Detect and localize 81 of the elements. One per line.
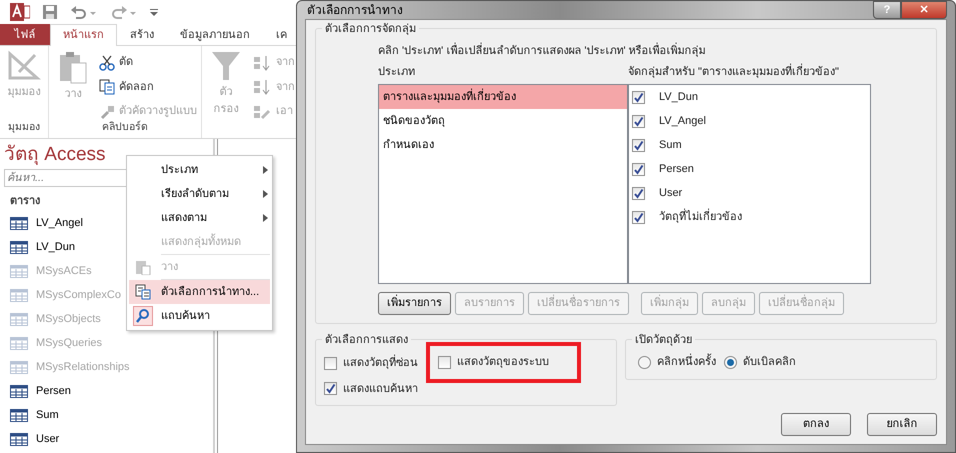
ribbon-tab[interactable]: หน้าแรก (50, 24, 117, 46)
filter-icon (211, 50, 241, 82)
table-icon (10, 264, 28, 278)
copy-icon (99, 79, 115, 95)
menu-item[interactable]: แถบค้นหา (129, 304, 270, 328)
search-icon (133, 306, 153, 326)
table-icon (10, 432, 28, 446)
checkbox[interactable] (632, 90, 645, 104)
dialog-button[interactable]: ตกลง (781, 413, 851, 436)
group-label: มุมมอง (7, 120, 41, 135)
paste-icon (135, 259, 151, 275)
sort-icon (252, 54, 272, 70)
checkbox[interactable] (324, 356, 337, 370)
ribbon-tab[interactable]: เค (263, 24, 300, 46)
view-icon (7, 50, 41, 82)
paste-icon (58, 50, 88, 84)
table-icon (10, 312, 28, 326)
table-icon (10, 408, 28, 422)
window-title: ตัวเลือกการนำทาง (306, 2, 403, 19)
checkbox[interactable] (632, 138, 645, 152)
checkbox-label: Persen (659, 162, 694, 177)
brush-icon (99, 104, 115, 120)
submenu-arrow-icon (260, 165, 270, 175)
submenu-arrow-icon (260, 213, 270, 223)
radio-button[interactable] (638, 356, 651, 369)
checkbox-label: แสดงวัตถุที่ซ่อน (343, 355, 418, 372)
submenu-arrow-icon (260, 189, 270, 199)
list-item[interactable]: กำหนดเอง (379, 133, 627, 157)
list-item[interactable]: ตารางและมุมมองที่เกี่ยวข้อง (379, 85, 627, 109)
checkbox[interactable] (632, 162, 645, 176)
group-label: ตัวเลือกการจัดกลุ่ม (322, 21, 419, 38)
dialog-button[interactable]: เพิ่มรายการ (378, 292, 451, 315)
table-icon (10, 216, 28, 230)
group-label: คลิปบอร์ด (101, 120, 149, 135)
column-header: ประเภท (378, 64, 416, 80)
nav-item[interactable]: Persen (4, 379, 209, 403)
nav-item[interactable]: User (4, 427, 209, 451)
radio-label: ดับเบิลคลิก (743, 355, 796, 370)
close-button[interactable]: ✕ (901, 1, 947, 19)
app-logo-icon (10, 3, 30, 22)
table-icon (10, 240, 28, 254)
scissors-icon (99, 54, 115, 70)
radio-label: คลิกหนึ่งครั้ง (657, 354, 716, 370)
copy-button[interactable]: คัดลอก (99, 78, 197, 96)
checkbox-label: LV_Angel (659, 114, 706, 129)
table-icon (10, 288, 28, 302)
checkbox[interactable] (632, 186, 645, 200)
menu-item[interactable]: แสดงตาม (129, 206, 270, 230)
instruction-text: คลิก 'ประเภท' เพื่อเปลี่ยนลำดับการแสดงผล 'ประเภท' หรือเพื่อเพิ่มกลุ่ม (378, 43, 928, 60)
checkbox-label: Sum (659, 138, 682, 153)
pane-title: วัตถุ Access (4, 142, 107, 167)
checkbox-label: แสดงวัตถุของระบบ (457, 355, 549, 370)
column-header: จัดกลุ่มสำหรับ "ตารางและมุมมองที่เกี่ยวข้อง" (628, 64, 839, 80)
list-item[interactable]: ชนิดของวัตถุ (379, 109, 627, 133)
ribbon-tab[interactable]: สร้าง (117, 24, 167, 46)
save-icon[interactable] (42, 4, 58, 20)
table-icon (10, 360, 28, 374)
menu-item[interactable]: ตัวเลือกการนำทาง... (129, 280, 270, 304)
checkbox-label: แสดงแถบค้นหา (343, 382, 418, 396)
checkbox[interactable] (438, 356, 451, 369)
sort-icon (252, 79, 272, 95)
checkbox-label: LV_Dun (659, 90, 698, 105)
options-icon (135, 284, 151, 300)
customize-toolbar-icon[interactable] (150, 7, 158, 18)
nav-item[interactable]: Sum (4, 403, 209, 427)
file-tab[interactable]: ไฟล์ (0, 24, 50, 46)
radio-button[interactable] (724, 356, 737, 369)
ribbon-tab[interactable]: ข้อมูลภายนอก (167, 24, 263, 46)
checkbox-label: User (659, 186, 682, 201)
checkbox[interactable] (632, 210, 645, 224)
group-label: เปิดวัตถุด้วย (632, 332, 695, 348)
table-icon (10, 336, 28, 350)
undo-icon[interactable] (70, 4, 98, 20)
dialog-button[interactable]: ยกเลิก (867, 413, 937, 436)
clear-sort-icon (252, 104, 272, 120)
checkbox-label: วัตถุที่ไม่เกี่ยวข้อง (659, 208, 742, 225)
table-icon (10, 384, 28, 398)
checkbox[interactable] (632, 114, 645, 128)
checkbox[interactable] (324, 382, 337, 396)
group-header: ตาราง (10, 194, 41, 208)
cut-button[interactable]: ตัด (99, 54, 197, 71)
